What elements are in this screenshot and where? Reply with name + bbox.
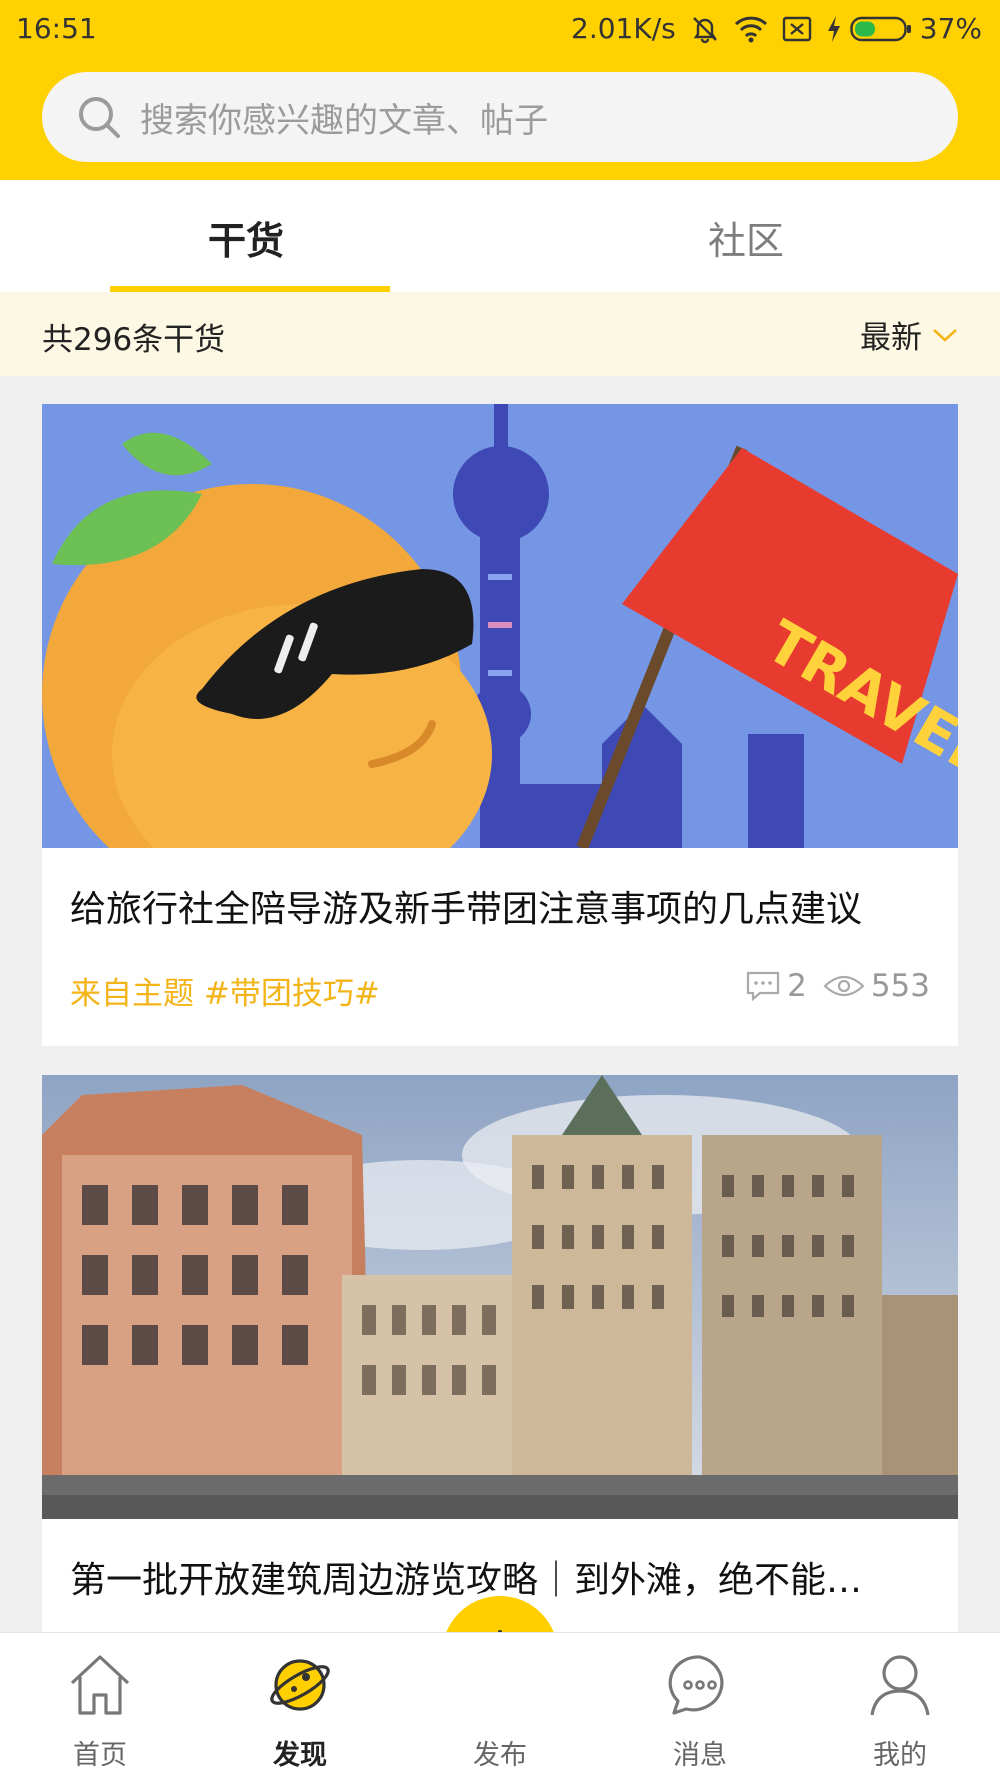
travel-illustration: TRAVEL bbox=[42, 404, 958, 848]
battery-icon bbox=[850, 16, 911, 41]
nav-publish-label: 发布 bbox=[473, 1740, 527, 1771]
status-time: 16:51 bbox=[16, 12, 97, 45]
article-title[interactable]: 给旅行社全陪导游及新手带团注意事项的几点建议 bbox=[70, 880, 940, 932]
nav-discover[interactable]: 发现 bbox=[200, 1633, 400, 1777]
nav-home[interactable]: 首页 bbox=[0, 1633, 200, 1777]
article-cover-image bbox=[42, 1075, 958, 1519]
nav-messages-label: 消息 bbox=[673, 1740, 727, 1771]
charging-icon bbox=[827, 15, 840, 42]
user-icon bbox=[870, 1655, 930, 1716]
comment-stat: 2 bbox=[745, 968, 807, 1004]
eye-icon bbox=[823, 975, 865, 997]
sort-dropdown[interactable]: 最新 bbox=[860, 312, 960, 357]
chat-bubble-icon bbox=[668, 1655, 724, 1715]
status-right: 2.01K/s 37% bbox=[571, 12, 982, 45]
chevron-down-icon bbox=[933, 328, 957, 342]
no-sim-icon bbox=[782, 16, 811, 41]
view-count: 553 bbox=[870, 968, 930, 1004]
view-stat: 553 bbox=[823, 968, 930, 1004]
nav-publish[interactable]: 发布 bbox=[400, 1633, 600, 1777]
mute-icon bbox=[692, 16, 717, 43]
article-stats: 2 553 bbox=[745, 968, 930, 1004]
battery-percent: 37% bbox=[919, 12, 982, 45]
planet-icon bbox=[270, 1659, 330, 1711]
tab-shequ[interactable]: 社区 bbox=[708, 210, 784, 265]
nav-home-label: 首页 bbox=[73, 1740, 127, 1771]
nav-profile-label: 我的 bbox=[873, 1740, 927, 1771]
nav-profile[interactable]: 我的 bbox=[800, 1633, 1000, 1777]
list-header: 共296条干货 最新 bbox=[0, 292, 1000, 376]
comment-icon bbox=[746, 971, 780, 1002]
bottom-nav: 首页 发现 发布 消息 我的 bbox=[0, 1632, 1000, 1777]
home-icon bbox=[70, 1655, 130, 1715]
nav-messages[interactable]: 消息 bbox=[600, 1633, 800, 1777]
comment-count: 2 bbox=[787, 968, 807, 1004]
search-bar[interactable]: 搜索你感兴趣的文章、帖子 bbox=[42, 72, 958, 162]
article-card[interactable]: TRAVEL 给旅行社全陪导游及新手带团注意事项的几点建议 来自主题 #带团技巧… bbox=[42, 404, 958, 1046]
article-cover-image: TRAVEL bbox=[42, 404, 958, 848]
status-bar: 16:51 2.01K/s 37% bbox=[0, 0, 1000, 60]
article-topic-link[interactable]: 来自主题 #带团技巧# bbox=[70, 968, 380, 1013]
tab-ganhuo[interactable]: 干货 bbox=[208, 210, 284, 265]
article-meta: 来自主题 #带团技巧# 2 553 bbox=[70, 962, 930, 1012]
article-card[interactable]: 第一批开放建筑周边游览攻略｜到外滩，绝不能… bbox=[42, 1075, 958, 1635]
search-placeholder: 搜索你感兴趣的文章、帖子 bbox=[140, 100, 548, 141]
article-count: 共296条干货 bbox=[42, 322, 226, 358]
search-icon bbox=[79, 97, 120, 138]
wifi-icon bbox=[734, 16, 767, 42]
top-header: 16:51 2.01K/s 37% 搜索你感兴趣的文章、帖子 bbox=[0, 0, 1000, 180]
bund-buildings-photo bbox=[42, 1075, 958, 1519]
tab-bar: 干货 社区 bbox=[0, 180, 1000, 292]
battery-indicator: 37% bbox=[826, 12, 982, 45]
sort-label: 最新 bbox=[860, 320, 922, 356]
nav-discover-label: 发现 bbox=[273, 1740, 327, 1771]
network-speed: 2.01K/s bbox=[571, 12, 676, 45]
